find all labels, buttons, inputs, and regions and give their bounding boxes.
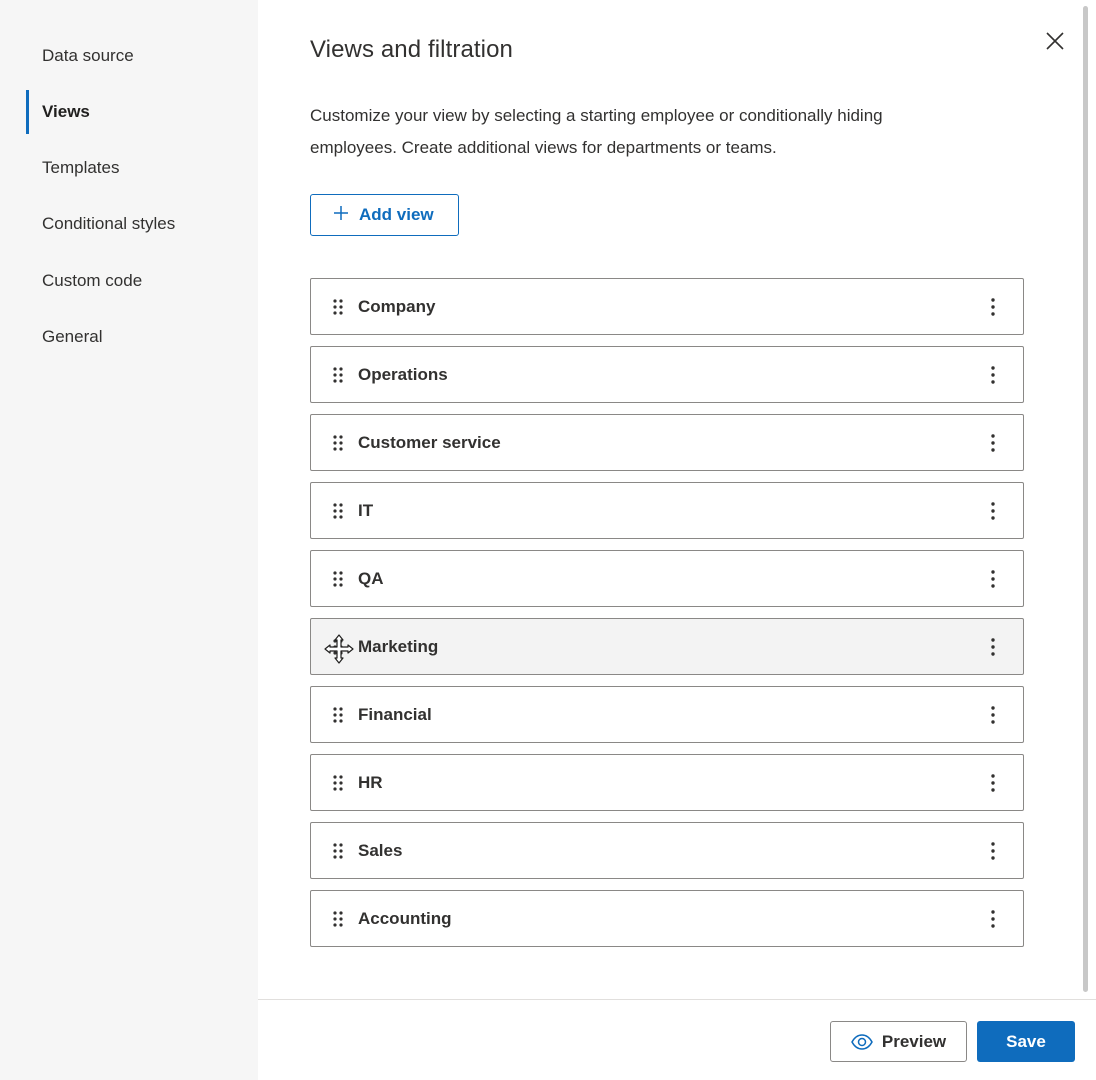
view-name: Marketing: [358, 636, 439, 656]
view-row[interactable]: HR: [310, 754, 1024, 811]
drag-handle-icon[interactable]: [331, 909, 345, 929]
drag-handle-icon[interactable]: [331, 569, 345, 589]
view-name: Operations: [358, 364, 448, 384]
sidebar: Data source Views Templates Conditional …: [0, 0, 258, 1080]
page-title: Views and filtration: [310, 36, 513, 63]
drag-handle-icon[interactable]: [331, 841, 345, 861]
view-row[interactable]: Operations: [310, 346, 1024, 403]
sidebar-item-templates[interactable]: Templates: [0, 146, 258, 190]
preview-label: Preview: [881, 1031, 947, 1051]
view-row[interactable]: Sales: [310, 822, 1024, 879]
view-name: IT: [358, 500, 374, 520]
close-icon: [1046, 32, 1064, 50]
save-label: Save: [1006, 1031, 1046, 1051]
view-name: HR: [358, 772, 383, 792]
footer: Preview Save: [258, 999, 1096, 1080]
sidebar-item-label: Views: [42, 102, 90, 121]
drag-handle-icon[interactable]: [331, 433, 345, 453]
sidebar-item-data-source[interactable]: Data source: [0, 34, 258, 78]
view-name: Financial: [358, 704, 432, 724]
more-options-icon[interactable]: [981, 497, 1005, 525]
more-options-icon[interactable]: [981, 769, 1005, 797]
plus-icon: [333, 203, 349, 225]
more-options-icon[interactable]: [981, 905, 1005, 933]
settings-panel: Data source Views Templates Conditional …: [0, 0, 1096, 1080]
scrollbar[interactable]: [1083, 6, 1088, 992]
view-name: Customer service: [358, 432, 501, 452]
drag-handle-icon[interactable]: [331, 297, 345, 317]
add-view-button[interactable]: Add view: [310, 194, 459, 236]
sidebar-item-label: Conditional styles: [42, 214, 176, 233]
main-content: Views and filtration Customize your view…: [258, 0, 1096, 1000]
drag-handle-icon[interactable]: [331, 705, 345, 725]
drag-handle-icon[interactable]: [331, 365, 345, 385]
sidebar-item-conditional-styles[interactable]: Conditional styles: [0, 202, 258, 246]
eye-icon: [851, 1033, 873, 1050]
close-button[interactable]: [1040, 26, 1070, 56]
sidebar-item-label: Templates: [42, 158, 120, 177]
view-name: Accounting: [358, 908, 452, 928]
view-row[interactable]: IT: [310, 482, 1024, 539]
view-row[interactable]: QA: [310, 550, 1024, 607]
more-options-icon[interactable]: [981, 633, 1005, 661]
sidebar-item-general[interactable]: General: [0, 315, 258, 359]
sidebar-item-label: Data source: [42, 46, 134, 65]
view-row[interactable]: Customer service: [310, 414, 1024, 471]
sidebar-item-label: General: [42, 327, 103, 346]
add-view-label: Add view: [359, 205, 434, 224]
drag-handle-icon[interactable]: [331, 637, 345, 657]
view-row[interactable]: Marketing: [310, 618, 1024, 675]
view-row[interactable]: Accounting: [310, 890, 1024, 947]
more-options-icon[interactable]: [981, 429, 1005, 457]
sidebar-item-label: Custom code: [42, 271, 143, 290]
sidebar-item-custom-code[interactable]: Custom code: [0, 259, 258, 303]
save-button[interactable]: Save: [977, 1021, 1075, 1062]
view-name: Sales: [358, 840, 403, 860]
page-description: Customize your view by selecting a start…: [310, 106, 883, 157]
view-name: QA: [358, 568, 384, 588]
more-options-icon[interactable]: [981, 361, 1005, 389]
drag-handle-icon[interactable]: [331, 501, 345, 521]
sidebar-item-views[interactable]: Views: [0, 90, 258, 134]
view-name: Company: [358, 296, 436, 316]
drag-handle-icon[interactable]: [331, 773, 345, 793]
more-options-icon[interactable]: [981, 701, 1005, 729]
more-options-icon[interactable]: [981, 293, 1005, 321]
more-options-icon[interactable]: [981, 837, 1005, 865]
view-row[interactable]: Financial: [310, 686, 1024, 743]
more-options-icon[interactable]: [981, 565, 1005, 593]
preview-button[interactable]: Preview: [830, 1021, 967, 1062]
view-row[interactable]: Company: [310, 278, 1024, 335]
